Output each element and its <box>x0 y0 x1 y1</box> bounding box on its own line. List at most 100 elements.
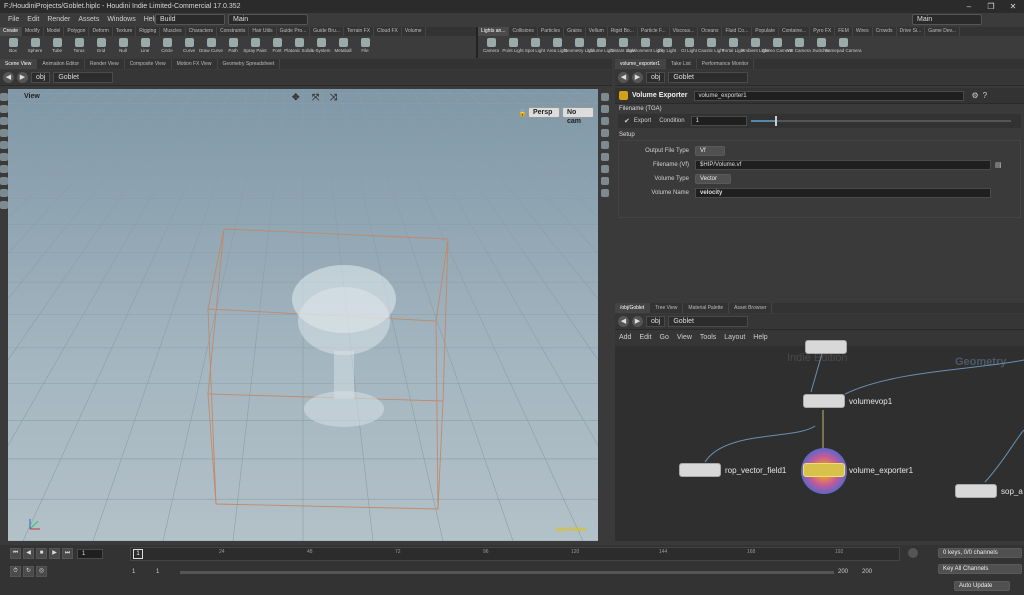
tool-volume-light-button[interactable]: Volume Light <box>588 36 614 58</box>
pane-tab-scene-view[interactable]: Scene View <box>0 59 38 69</box>
persp-dropdown[interactable]: Persp <box>528 107 560 118</box>
tool-caustic-light-button[interactable]: Caustic Light <box>698 36 724 58</box>
back-icon[interactable]: ◀ <box>3 72 14 83</box>
snapshot-icon[interactable] <box>601 189 609 197</box>
node-volumefx[interactable] <box>805 340 847 354</box>
node-rop-vector-field1[interactable] <box>679 463 721 477</box>
help-icon[interactable]: ? <box>983 91 987 100</box>
pose-tool-icon[interactable] <box>0 153 8 161</box>
pane-tab-composite-view[interactable]: Composite View <box>125 59 172 69</box>
shading-icon[interactable] <box>601 105 609 113</box>
handle-tool-icon[interactable] <box>0 141 8 149</box>
tool-geometry-light-button[interactable]: Geometry Light <box>564 36 594 58</box>
shelf-tab-oceans[interactable]: Oceans <box>698 27 723 36</box>
path-context[interactable]: obj <box>31 72 51 83</box>
shelf-tab-fluid-co[interactable]: Fluid Co... <box>722 27 753 36</box>
tool-camera-button[interactable]: Camera <box>480 36 502 58</box>
tool-circle-button[interactable]: Circle <box>156 36 178 58</box>
snap-tool-icon[interactable] <box>0 201 8 209</box>
tool-line-button[interactable]: Line <box>134 36 156 58</box>
tool-sky-light-button[interactable]: Sky Light <box>656 36 678 58</box>
net-back-icon[interactable]: ◀ <box>618 316 629 327</box>
condition-slider[interactable] <box>750 116 1011 126</box>
tool-switcher-button[interactable]: Switcher <box>810 36 832 58</box>
keys-channels-label[interactable]: 0 keys, 0/0 channels <box>938 548 1022 558</box>
3d-viewport[interactable] <box>8 89 598 541</box>
shelf-tab-viscous[interactable]: Viscous... <box>670 27 699 36</box>
shelf-tab-volume[interactable]: Volume <box>402 27 426 36</box>
realtime-icon[interactable]: ⏱ <box>10 566 21 577</box>
shelf-tab-constraints[interactable]: Constraints <box>217 27 250 36</box>
tool-ambient-light-button[interactable]: Ambient Light <box>741 36 769 58</box>
minimize-button[interactable]: – <box>958 0 980 13</box>
volume-name-field[interactable]: velocity <box>695 188 991 198</box>
stop-icon[interactable]: ■ <box>36 548 47 559</box>
pane-tab-geometry-spreadsheet[interactable]: Geometry Spreadsheet <box>218 59 281 69</box>
tool-tube-button[interactable]: Tube <box>46 36 68 58</box>
shelf-tab-grains[interactable]: Grains <box>564 27 586 36</box>
menu-file[interactable]: File <box>4 13 23 27</box>
tool-draw-curve-button[interactable]: Draw Curve <box>199 36 223 58</box>
shelf-tab-wires[interactable]: Wires <box>853 27 873 36</box>
node-volumevop1[interactable] <box>803 394 845 408</box>
menu-assets[interactable]: Assets <box>74 13 103 27</box>
gear-icon[interactable]: ⚙ <box>972 91 979 100</box>
shelf-tab-model[interactable]: Model <box>44 27 65 36</box>
range-start-2[interactable]: 1 <box>156 569 159 575</box>
key-all-channels-button[interactable]: Key All Channels <box>938 564 1022 574</box>
shelf-tab-terrain-fx[interactable]: Terrain FX <box>344 27 375 36</box>
shelf-tab-vellum[interactable]: Vellum <box>586 27 608 36</box>
tool-torus-button[interactable]: Torus <box>68 36 90 58</box>
export-checkbox[interactable]: ✔ <box>624 117 630 125</box>
tool-environment-light-button[interactable]: Environment Light <box>627 36 663 58</box>
background-icon[interactable] <box>601 177 609 185</box>
tool-stereo-camera-button[interactable]: Stereo Camera <box>762 36 792 58</box>
file-browse-icon[interactable]: ▤ <box>995 161 1002 169</box>
shelf-tab-create[interactable]: Create <box>0 27 23 36</box>
range-end[interactable]: 200 <box>838 569 848 575</box>
tool-l-system-button[interactable]: L-System <box>310 36 332 58</box>
folder-setup[interactable]: Setup <box>615 128 1024 140</box>
scope-icon[interactable]: ◎ <box>36 566 47 577</box>
tool-curve-button[interactable]: Curve <box>178 36 200 58</box>
shelf-tab-collisions[interactable]: Collisions <box>509 27 538 36</box>
audio-icon[interactable] <box>908 548 918 558</box>
frame-field[interactable]: 1 <box>77 548 103 559</box>
tool-area-light-button[interactable]: Area Light <box>546 36 568 58</box>
menu-edit[interactable]: Edit <box>23 13 43 27</box>
close-button[interactable]: ✕ <box>1002 0 1024 13</box>
shelf-tab-particle-f[interactable]: Particle F... <box>638 27 670 36</box>
paint-tool-icon[interactable] <box>0 165 8 173</box>
volume-type-menu[interactable]: Vector <box>695 174 731 184</box>
tool-platonic-solids-button[interactable]: Platonic Solids <box>284 36 314 58</box>
shelf-tab-game-dev[interactable]: Game Dev... <box>925 27 960 36</box>
shelf-tab-rigid-bo[interactable]: Rigid Bo... <box>608 27 638 36</box>
points-icon[interactable] <box>601 129 609 137</box>
shelf-tab-populate[interactable]: Populate <box>752 27 779 36</box>
net-tab-obj-goblet[interactable]: /obj/Goblet <box>615 303 651 313</box>
auto-update-button[interactable]: Auto Update <box>954 581 1010 591</box>
path-object[interactable]: Goblet <box>53 72 114 83</box>
param-path-context[interactable]: obj <box>646 72 666 83</box>
tool-distant-light-button[interactable]: Distant Light <box>611 36 636 58</box>
desktop-build-dropdown[interactable]: Build <box>155 14 225 25</box>
tool-file-button[interactable]: File <box>354 36 376 58</box>
net-tab-material-palette[interactable]: Material Palette <box>683 303 730 313</box>
camera-dropdown[interactable]: No cam <box>562 107 594 125</box>
shelf-tab-drive-si[interactable]: Drive Si... <box>897 27 926 36</box>
filename-field[interactable]: $HIP/Volume.vf <box>695 160 991 170</box>
network-editor[interactable]: Add Edit Go View Tools Layout Help Indie Editi… <box>615 330 1024 541</box>
tool-grid-button[interactable]: Grid <box>90 36 112 58</box>
range-end-2[interactable]: 200 <box>862 569 872 575</box>
range-slider[interactable] <box>180 571 834 574</box>
shelf-tab-modify[interactable]: Modify <box>22 27 44 36</box>
net-tab-tree-view[interactable]: Tree View <box>650 303 684 313</box>
tool-font-button[interactable]: Font <box>266 36 288 58</box>
param-path-object[interactable]: Goblet <box>668 72 749 83</box>
shelf-tab-hair-utils[interactable]: Hair Utils <box>249 27 277 36</box>
tool-gamepad-camera-button[interactable]: Gamepad Camera <box>824 36 862 58</box>
sculpt-tool-icon[interactable] <box>0 177 8 185</box>
magnet-tool-icon[interactable] <box>0 189 8 197</box>
menu-render[interactable]: Render <box>43 13 74 27</box>
scale-tool-icon[interactable] <box>0 129 8 137</box>
